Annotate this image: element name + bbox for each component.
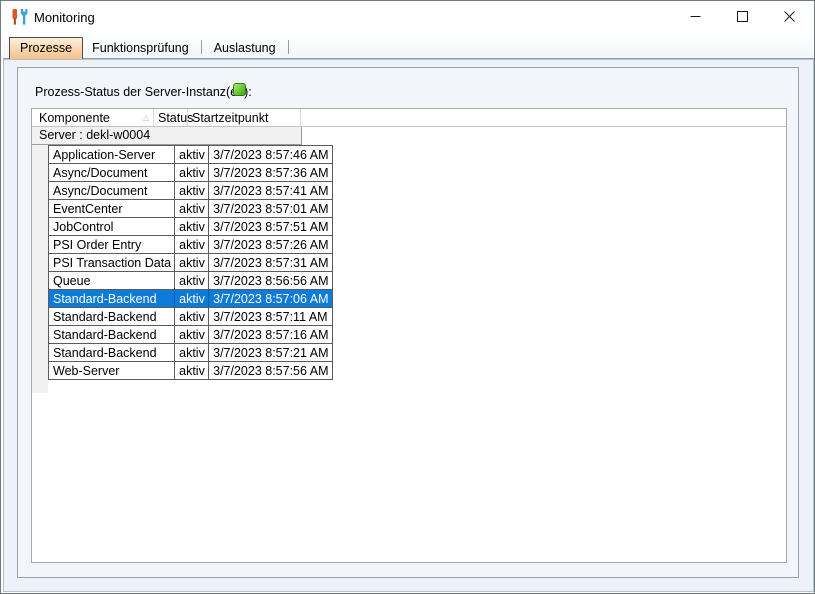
tab-page-prozesse: Prozess-Status der Server-Instanz(en): K… bbox=[3, 59, 814, 592]
cell-komponente[interactable]: Standard-Backend bbox=[49, 290, 175, 308]
cell-status[interactable]: aktiv bbox=[175, 182, 209, 200]
cell-status[interactable]: aktiv bbox=[175, 326, 209, 344]
cell-start[interactable]: 3/7/2023 8:57:21 AM bbox=[209, 344, 332, 362]
cell-start[interactable]: 3/7/2023 8:57:26 AM bbox=[209, 236, 332, 254]
process-status-panel: Prozess-Status der Server-Instanz(en): K… bbox=[17, 67, 799, 578]
cell-status[interactable]: aktiv bbox=[175, 308, 209, 326]
table-row[interactable]: Standard-Backendaktiv3/7/2023 8:57:06 AM bbox=[49, 290, 333, 308]
column-header-status[interactable]: Status bbox=[154, 109, 188, 126]
cell-start[interactable]: 3/7/2023 8:57:46 AM bbox=[209, 146, 332, 164]
table-row[interactable]: JobControlaktiv3/7/2023 8:57:51 AM bbox=[49, 218, 333, 236]
column-header-label: Komponente bbox=[39, 111, 110, 125]
tab-separator bbox=[288, 40, 289, 54]
cell-status[interactable]: aktiv bbox=[175, 236, 209, 254]
process-table: Komponente △ Status Startzeitpunkt Serve… bbox=[31, 108, 787, 563]
cell-komponente[interactable]: PSI Transaction Data bbox=[49, 254, 175, 272]
minimize-icon bbox=[690, 11, 701, 22]
tab-prozesse[interactable]: Prozesse bbox=[9, 37, 83, 59]
cell-komponente[interactable]: EventCenter bbox=[49, 200, 175, 218]
cell-start[interactable]: 3/7/2023 8:57:31 AM bbox=[209, 254, 332, 272]
table-row[interactable]: PSI Order Entryaktiv3/7/2023 8:57:26 AM bbox=[49, 236, 333, 254]
table-row[interactable]: Async/Documentaktiv3/7/2023 8:57:41 AM bbox=[49, 182, 333, 200]
cell-start[interactable]: 3/7/2023 8:57:11 AM bbox=[209, 308, 332, 326]
table-row[interactable]: Standard-Backendaktiv3/7/2023 8:57:21 AM bbox=[49, 344, 333, 362]
cell-komponente[interactable]: Web-Server bbox=[49, 362, 175, 380]
maximize-button[interactable] bbox=[719, 1, 766, 32]
window-title: Monitoring bbox=[34, 10, 95, 25]
maximize-icon bbox=[737, 11, 748, 22]
column-header-komponente[interactable]: Komponente △ bbox=[32, 109, 154, 126]
table-row[interactable]: EventCenteraktiv3/7/2023 8:57:01 AM bbox=[49, 200, 333, 218]
tools-app-icon bbox=[11, 8, 28, 26]
cell-komponente[interactable]: Queue bbox=[49, 272, 175, 290]
table-header-row: Komponente △ Status Startzeitpunkt bbox=[32, 109, 786, 127]
process-status-label: Prozess-Status der Server-Instanz(en): bbox=[35, 85, 252, 99]
cell-status[interactable]: aktiv bbox=[175, 218, 209, 236]
table-row[interactable]: Async/Documentaktiv3/7/2023 8:57:36 AM bbox=[49, 164, 333, 182]
cell-komponente[interactable]: Async/Document bbox=[49, 182, 175, 200]
tab-strip: Prozesse Funktionsprüfung Auslastung bbox=[3, 34, 814, 59]
tab-separator bbox=[201, 40, 202, 54]
cell-status[interactable]: aktiv bbox=[175, 254, 209, 272]
monitoring-window: Monitoring Prozesse Funktionsprüfung Aus… bbox=[0, 0, 815, 594]
process-rows-table: Application-Serveraktiv3/7/2023 8:57:46 … bbox=[48, 145, 333, 380]
cell-komponente[interactable]: Async/Document bbox=[49, 164, 175, 182]
cell-start[interactable]: 3/7/2023 8:57:36 AM bbox=[209, 164, 332, 182]
status-green-indicator bbox=[233, 83, 246, 96]
table-row[interactable]: Standard-Backendaktiv3/7/2023 8:57:16 AM bbox=[49, 326, 333, 344]
cell-start[interactable]: 3/7/2023 8:57:01 AM bbox=[209, 200, 332, 218]
column-header-label: Startzeitpunkt bbox=[192, 111, 268, 125]
cell-komponente[interactable]: Standard-Backend bbox=[49, 308, 175, 326]
group-indent-strip bbox=[32, 145, 48, 393]
cell-komponente[interactable]: Application-Server bbox=[49, 146, 175, 164]
cell-status[interactable]: aktiv bbox=[175, 146, 209, 164]
sort-ascending-icon: △ bbox=[143, 114, 149, 122]
cell-komponente[interactable]: PSI Order Entry bbox=[49, 236, 175, 254]
cell-status[interactable]: aktiv bbox=[175, 290, 209, 308]
cell-komponente[interactable]: Standard-Backend bbox=[49, 326, 175, 344]
cell-status[interactable]: aktiv bbox=[175, 344, 209, 362]
table-row[interactable]: Queueaktiv3/7/2023 8:56:56 AM bbox=[49, 272, 333, 290]
table-row[interactable]: PSI Transaction Dataaktiv3/7/2023 8:57:3… bbox=[49, 254, 333, 272]
cell-start[interactable]: 3/7/2023 8:56:56 AM bbox=[209, 272, 332, 290]
column-header-startzeitpunkt[interactable]: Startzeitpunkt bbox=[188, 109, 301, 126]
server-group-row[interactable]: Server : dekl-w0004 bbox=[32, 127, 302, 145]
cell-status[interactable]: aktiv bbox=[175, 200, 209, 218]
title-bar[interactable]: Monitoring bbox=[1, 1, 814, 33]
cell-start[interactable]: 3/7/2023 8:57:51 AM bbox=[209, 218, 332, 236]
cell-start[interactable]: 3/7/2023 8:57:56 AM bbox=[209, 362, 332, 380]
minimize-button[interactable] bbox=[672, 1, 719, 32]
tab-funktionspruefung[interactable]: Funktionsprüfung bbox=[83, 39, 198, 58]
table-row[interactable]: Standard-Backendaktiv3/7/2023 8:57:11 AM bbox=[49, 308, 333, 326]
cell-status[interactable]: aktiv bbox=[175, 272, 209, 290]
cell-komponente[interactable]: JobControl bbox=[49, 218, 175, 236]
cell-status[interactable]: aktiv bbox=[175, 164, 209, 182]
cell-komponente[interactable]: Standard-Backend bbox=[49, 344, 175, 362]
cell-start[interactable]: 3/7/2023 8:57:06 AM bbox=[209, 290, 332, 308]
cell-status[interactable]: aktiv bbox=[175, 362, 209, 380]
close-icon bbox=[784, 11, 795, 22]
cell-start[interactable]: 3/7/2023 8:57:16 AM bbox=[209, 326, 332, 344]
table-row[interactable]: Application-Serveraktiv3/7/2023 8:57:46 … bbox=[49, 146, 333, 164]
table-row[interactable]: Web-Serveraktiv3/7/2023 8:57:56 AM bbox=[49, 362, 333, 380]
cell-start[interactable]: 3/7/2023 8:57:41 AM bbox=[209, 182, 332, 200]
close-button[interactable] bbox=[766, 1, 813, 32]
tab-auslastung[interactable]: Auslastung bbox=[205, 39, 285, 58]
